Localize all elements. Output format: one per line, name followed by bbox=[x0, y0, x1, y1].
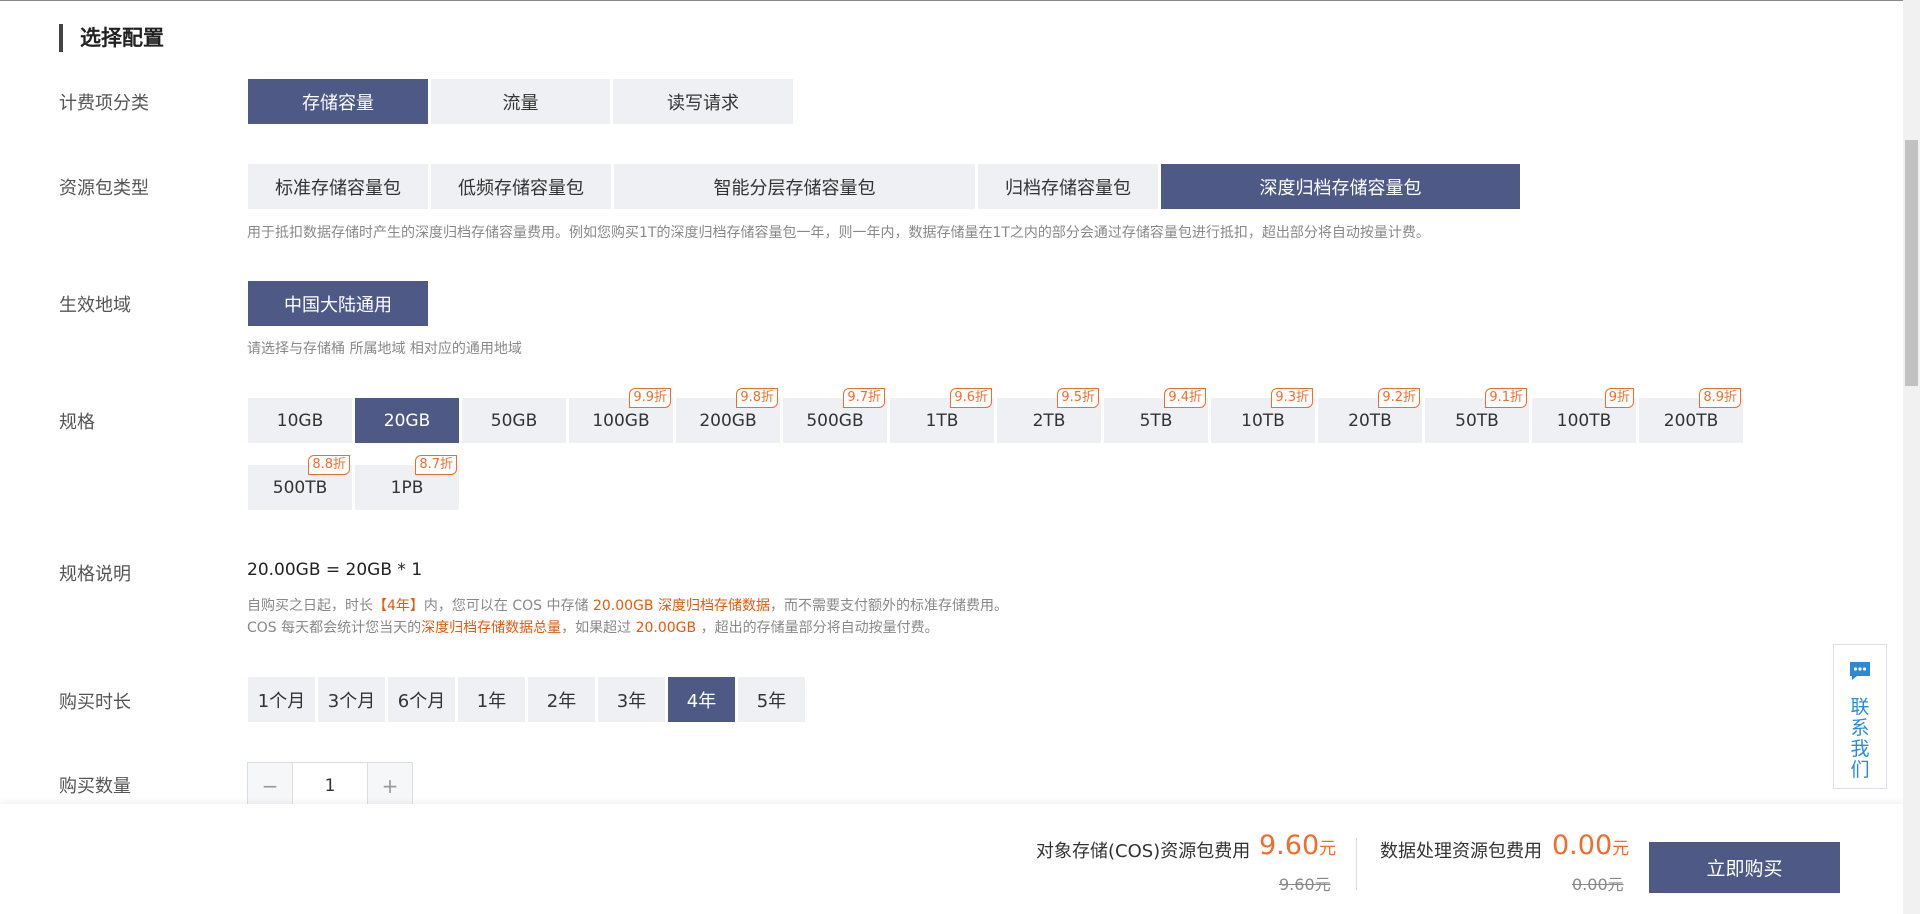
discount-badge: 9.5折 bbox=[1057, 388, 1099, 408]
spec-desc-line1: 自购买之日起，时长【4年】内，您可以在 COS 中存储 20.00GB 深度归档… bbox=[247, 598, 1008, 614]
spec-option-label: 100GB bbox=[592, 410, 650, 431]
spec-option[interactable]: 2TB 9.5折 bbox=[997, 388, 1101, 443]
spec-option[interactable]: 5TB 9.4折 bbox=[1104, 388, 1208, 443]
package-type-options: 标准存储容量包 低频存储容量包 智能分层存储容量包 归档存储容量包 深度归档存储… bbox=[248, 164, 1523, 209]
chat-icon bbox=[1848, 659, 1872, 687]
buy-now-button[interactable]: 立即购买 bbox=[1649, 842, 1840, 893]
spec-formula: 20.00GB = 20GB * 1 bbox=[247, 560, 423, 580]
spec-option-label: 500TB bbox=[272, 477, 328, 498]
billing-option-requests[interactable]: 读写请求 bbox=[613, 79, 793, 124]
billing-option-traffic[interactable]: 流量 bbox=[431, 79, 610, 124]
discount-badge: 9.8折 bbox=[736, 388, 778, 408]
contact-us-button[interactable]: 联系我们 bbox=[1833, 644, 1887, 789]
package-option-intelligent[interactable]: 智能分层存储容量包 bbox=[614, 164, 975, 209]
spec-label: 规格 bbox=[59, 412, 95, 433]
footer-divider bbox=[1356, 838, 1357, 890]
processing-fee-label: 数据处理资源包费用 bbox=[1380, 841, 1542, 862]
region-options: 中国大陆通用 bbox=[248, 281, 431, 326]
spec-option-label: 1TB bbox=[925, 410, 959, 431]
spec-option-label: 20GB bbox=[383, 410, 431, 431]
spec-option[interactable]: 50GB bbox=[462, 398, 566, 443]
billing-label: 计费项分类 bbox=[59, 93, 149, 114]
duration-option[interactable]: 4年 bbox=[668, 677, 735, 722]
package-type-hint: 用于抵扣数据存储时产生的深度归档存储容量费用。例如您购买1T的深度归档存储容量包… bbox=[247, 225, 1430, 241]
billing-option-storage[interactable]: 存储容量 bbox=[248, 79, 428, 124]
duration-option[interactable]: 3年 bbox=[598, 677, 665, 722]
spec-option-label: 200TB bbox=[1663, 410, 1719, 431]
package-option-deep-archive[interactable]: 深度归档存储容量包 bbox=[1161, 164, 1520, 209]
package-type-label: 资源包类型 bbox=[59, 178, 149, 199]
scrollbar[interactable] bbox=[1903, 0, 1920, 914]
duration-option[interactable]: 1个月 bbox=[248, 677, 315, 722]
discount-badge: 9.9折 bbox=[629, 388, 671, 408]
package-option-standard[interactable]: 标准存储容量包 bbox=[248, 164, 428, 209]
package-option-infrequent[interactable]: 低频存储容量包 bbox=[431, 164, 611, 209]
spec-option[interactable]: 500GB 9.7折 bbox=[783, 388, 887, 443]
discount-badge: 8.7折 bbox=[415, 455, 457, 475]
spec-option-label: 10TB bbox=[1241, 410, 1285, 431]
spec-option-label: 10GB bbox=[276, 410, 324, 431]
scrollbar-thumb[interactable] bbox=[1905, 140, 1918, 386]
spec-option[interactable]: 200GB 9.8折 bbox=[676, 388, 780, 443]
cos-fee-price: 9.60元 bbox=[1259, 830, 1337, 861]
discount-badge: 9.4折 bbox=[1164, 388, 1206, 408]
quantity-label: 购买数量 bbox=[59, 776, 131, 797]
cos-fee-original: 9.60元 bbox=[1279, 875, 1331, 894]
spec-option[interactable]: 500TB 8.8折 bbox=[248, 455, 352, 510]
duration-option[interactable]: 3个月 bbox=[318, 677, 385, 722]
spec-option[interactable]: 50TB 9.1折 bbox=[1425, 388, 1529, 443]
footer-bar: 对象存储(COS)资源包费用 9.60元 9.60元 数据处理资源包费用 0.0… bbox=[0, 804, 1903, 914]
spec-option-label: 500GB bbox=[806, 410, 864, 431]
discount-badge: 8.8折 bbox=[308, 455, 350, 475]
spec-option[interactable]: 1TB 9.6折 bbox=[890, 388, 994, 443]
region-option-mainland[interactable]: 中国大陆通用 bbox=[248, 281, 428, 326]
spec-option[interactable]: 100TB 9折 bbox=[1532, 388, 1636, 443]
spec-option-label: 1PB bbox=[390, 477, 424, 498]
spec-option-label: 200GB bbox=[699, 410, 757, 431]
duration-option[interactable]: 1年 bbox=[458, 677, 525, 722]
billing-options: 存储容量 流量 读写请求 bbox=[248, 79, 796, 124]
duration-label: 购买时长 bbox=[59, 692, 131, 713]
duration-option[interactable]: 2年 bbox=[528, 677, 595, 722]
quantity-value[interactable]: 1 bbox=[292, 763, 368, 808]
quantity-decrement-button[interactable]: − bbox=[248, 763, 292, 808]
spec-option-label: 100TB bbox=[1556, 410, 1612, 431]
region-hint: 请选择与存储桶 所属地域 相对应的通用地域 bbox=[247, 341, 522, 357]
top-border bbox=[0, 0, 1920, 1]
spec-option[interactable]: 20GB bbox=[355, 398, 459, 443]
quantity-increment-button[interactable]: + bbox=[368, 763, 412, 808]
discount-badge: 9.2折 bbox=[1378, 388, 1420, 408]
discount-badge: 8.9折 bbox=[1699, 388, 1741, 408]
spec-option[interactable]: 1PB 8.7折 bbox=[355, 455, 459, 510]
spec-option-label: 20TB bbox=[1348, 410, 1392, 431]
duration-option[interactable]: 6个月 bbox=[388, 677, 455, 722]
section-title: 选择配置 bbox=[59, 24, 164, 52]
discount-badge: 9.1折 bbox=[1485, 388, 1527, 408]
package-option-archive[interactable]: 归档存储容量包 bbox=[978, 164, 1158, 209]
discount-badge: 9.6折 bbox=[950, 388, 992, 408]
processing-fee-original: 0.00元 bbox=[1572, 875, 1624, 894]
spec-desc-label: 规格说明 bbox=[59, 564, 131, 585]
spec-option[interactable]: 10TB 9.3折 bbox=[1211, 388, 1315, 443]
spec-option-label: 5TB bbox=[1139, 410, 1173, 431]
discount-badge: 9.3折 bbox=[1271, 388, 1313, 408]
spec-desc-line2: COS 每天都会统计您当天的深度归档存储数据总量，如果超过 20.00GB ，超… bbox=[247, 620, 939, 636]
cos-fee-label: 对象存储(COS)资源包费用 bbox=[1036, 841, 1251, 862]
spec-option-label: 50GB bbox=[490, 410, 538, 431]
spec-option[interactable]: 200TB 8.9折 bbox=[1639, 388, 1743, 443]
spec-options: 10GB 20GB 50GB 100GB 9.9折 200GB 9.8折 500GB 9.7折 1… bbox=[248, 388, 1758, 532]
spec-option-label: 2TB bbox=[1032, 410, 1066, 431]
region-label: 生效地域 bbox=[59, 295, 131, 316]
spec-option-label: 50TB bbox=[1455, 410, 1499, 431]
spec-option[interactable]: 20TB 9.2折 bbox=[1318, 388, 1422, 443]
spec-option[interactable]: 10GB bbox=[248, 398, 352, 443]
duration-option[interactable]: 5年 bbox=[738, 677, 805, 722]
duration-options: 1个月 3个月 6个月 1年 2年 3年 4年 5年 bbox=[248, 677, 808, 722]
discount-badge: 9.7折 bbox=[843, 388, 885, 408]
processing-fee-price: 0.00元 bbox=[1552, 830, 1630, 861]
quantity-stepper: − 1 + bbox=[247, 762, 413, 809]
contact-us-label: 联系我们 bbox=[1850, 696, 1870, 781]
spec-option[interactable]: 100GB 9.9折 bbox=[569, 388, 673, 443]
discount-badge: 9折 bbox=[1604, 388, 1634, 408]
